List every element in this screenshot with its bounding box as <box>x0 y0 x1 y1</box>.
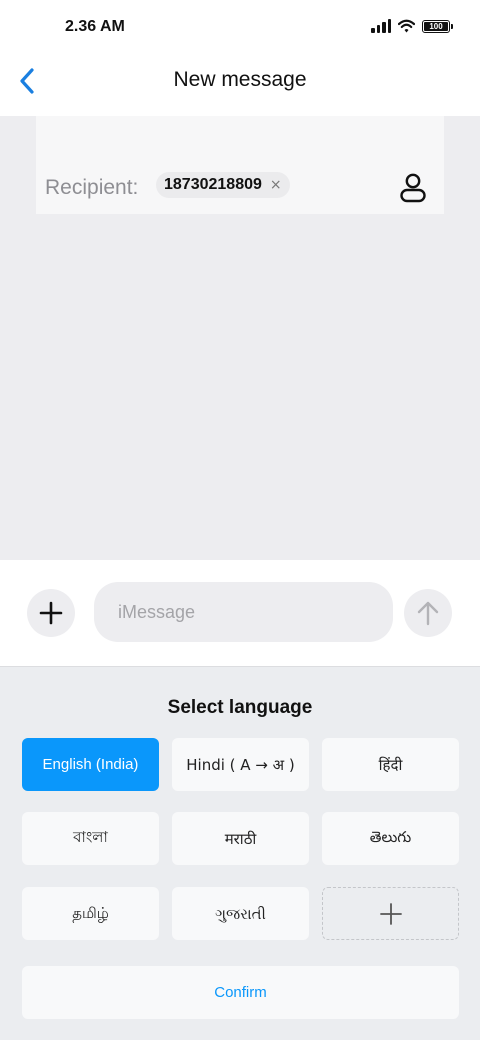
plus-icon <box>379 902 402 925</box>
language-panel: Select language English (India) Hindi ( … <box>0 666 480 1040</box>
language-option-hindi[interactable]: हिंदी <box>322 738 459 791</box>
language-label: मराठी <box>224 829 257 848</box>
recipient-label: Recipient: <box>45 176 139 199</box>
recipient-chip[interactable]: 18730218809 × <box>156 172 290 198</box>
battery-level: 100 <box>429 21 443 31</box>
status-time: 2.36 AM <box>65 18 125 35</box>
language-label: ગુજરાતી <box>215 904 266 923</box>
language-label: Hindi ( A → अ ) <box>186 755 295 774</box>
confirm-button[interactable]: Confirm <box>22 966 459 1019</box>
send-button[interactable] <box>404 589 452 637</box>
language-option-marathi[interactable]: मराठी <box>172 812 309 865</box>
battery-icon: 100 <box>422 19 453 33</box>
message-composer <box>0 560 480 666</box>
plus-icon <box>39 601 63 625</box>
person-icon <box>400 173 426 203</box>
language-option-english-india[interactable]: English (India) <box>22 738 159 791</box>
language-option-gujarati[interactable]: ગુજરાતી <box>172 887 309 940</box>
conversation-area: Recipient: 18730218809 × <box>0 116 480 560</box>
language-option-telugu[interactable]: తెలుగు <box>322 812 459 865</box>
language-label: English (India) <box>42 756 139 773</box>
language-label: தமிழ் <box>72 903 109 922</box>
add-language-button[interactable] <box>322 887 459 940</box>
wifi-icon <box>398 19 415 33</box>
contacts-button[interactable] <box>398 172 428 204</box>
language-label: বাংলা <box>73 828 108 846</box>
message-input[interactable] <box>94 582 393 642</box>
recipient-field[interactable]: Recipient: 18730218809 × <box>36 116 444 214</box>
remove-recipient-button[interactable]: × <box>270 178 282 192</box>
language-option-bengali[interactable]: বাংলা <box>22 812 159 865</box>
language-label: हिंदी <box>378 755 403 774</box>
arrow-up-icon <box>417 601 439 626</box>
signal-icon <box>371 19 391 33</box>
add-attachment-button[interactable] <box>27 589 75 637</box>
language-label: తెలుగు <box>369 827 412 846</box>
status-bar: 2.36 AM 100 <box>0 0 480 56</box>
language-option-hindi-transliteration[interactable]: Hindi ( A → अ ) <box>172 738 309 791</box>
status-icons: 100 <box>371 19 453 33</box>
language-option-tamil[interactable]: தமிழ் <box>22 887 159 940</box>
recipient-number: 18730218809 <box>164 176 262 193</box>
page-title: New message <box>173 68 307 91</box>
header: New message <box>0 56 480 116</box>
panel-title: Select language <box>167 697 313 718</box>
